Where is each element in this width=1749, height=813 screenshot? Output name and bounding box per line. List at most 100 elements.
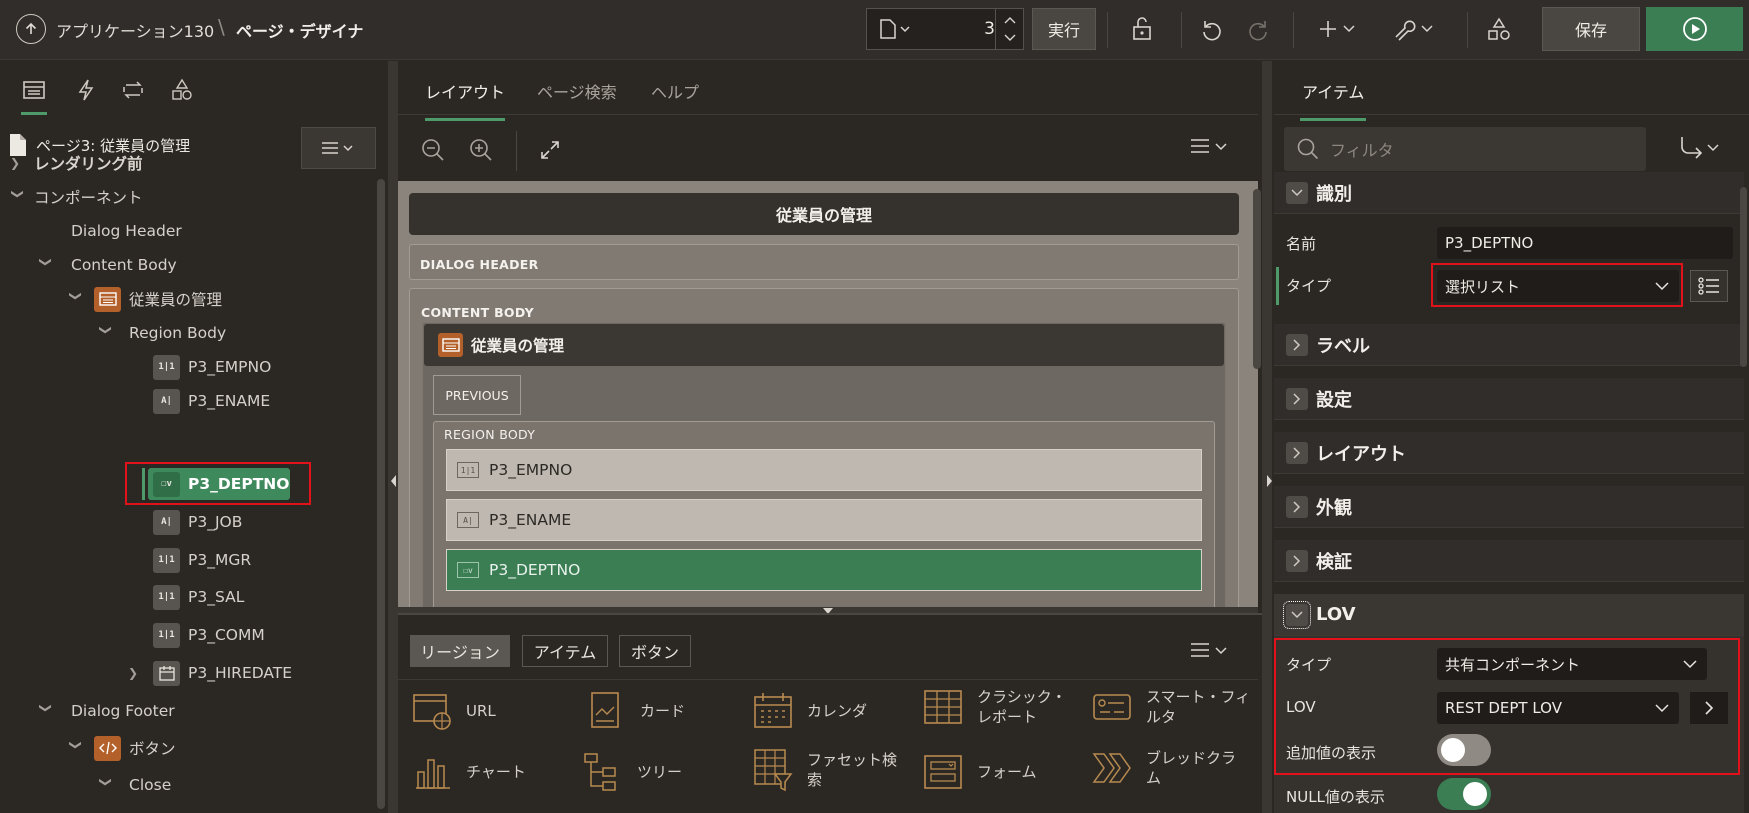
chevron-down-icon[interactable]: ❯ (11, 189, 25, 205)
save-and-run-button[interactable] (1646, 7, 1743, 51)
undo-icon[interactable] (1196, 12, 1226, 46)
redo-icon[interactable] (1244, 12, 1274, 46)
tab-page-search[interactable]: ページ検索 (537, 79, 617, 103)
collapse-right-icon (1267, 475, 1272, 487)
dynamic-actions-tab-icon[interactable] (66, 74, 106, 106)
canvas-region-header[interactable]: 従業員の管理 (424, 324, 1224, 366)
display-null-toggle[interactable] (1437, 778, 1491, 810)
layout-canvas[interactable]: 従業員の管理 DIALOG HEADER CONTENT BODY 従業員の管理… (398, 181, 1258, 607)
chevron-right-icon[interactable] (1286, 441, 1308, 464)
up-arrow-icon[interactable] (16, 14, 46, 44)
canvas-scrollbar[interactable] (1253, 189, 1261, 369)
left-splitter[interactable] (388, 61, 398, 813)
lock-icon[interactable] (1126, 12, 1158, 46)
tree-node-content-body[interactable]: ❯ Content Body (38, 250, 177, 280)
gallery-item-smart-filter[interactable]: スマート・フィ ルタ (1092, 687, 1250, 727)
tree-node-dialog-header[interactable]: Dialog Header (71, 216, 182, 246)
tree-node-pre-rendering[interactable]: ❯ レンダリング前 (10, 148, 143, 178)
page-doc-icon[interactable] (879, 19, 915, 43)
tree-node-region-body[interactable]: ❯ Region Body (98, 318, 226, 348)
save-button[interactable]: 保存 (1542, 7, 1640, 51)
gallery-item-url[interactable]: URL (412, 691, 496, 731)
gallery-panel: リージョン アイテム ボタン URL カード カレンダ クラシック・ レポート … (398, 613, 1268, 813)
chevron-down-icon[interactable]: ❯ (99, 325, 113, 341)
property-filter-input[interactable]: フィルタ (1284, 127, 1646, 171)
goto-group-button[interactable] (1678, 135, 1724, 161)
name-field[interactable]: P3_DEPTNO (1437, 227, 1733, 259)
tree-node-buttons[interactable]: ❯ ボタン (68, 733, 176, 763)
gallery-item-faceted-search[interactable]: ファセット検 索 (753, 748, 897, 792)
section-identification[interactable]: 識別 (1274, 172, 1744, 214)
tree-menu-button[interactable] (301, 127, 376, 169)
chevron-right-icon[interactable]: ❯ (10, 156, 26, 170)
tab-help[interactable]: ヘルプ (651, 79, 699, 103)
tree-node-close[interactable]: ❯ Close (98, 770, 171, 800)
gallery-tab-regions[interactable]: リージョン (410, 635, 510, 667)
chevron-down-icon[interactable] (1286, 181, 1308, 204)
add-dropdown-icon[interactable] (1318, 12, 1360, 46)
tab-layout[interactable]: レイアウト (425, 79, 506, 121)
tab-item[interactable]: アイテム (1299, 79, 1367, 121)
tree-scrollbar[interactable] (377, 179, 385, 809)
chevron-right-icon[interactable] (1286, 495, 1308, 518)
breadcrumb-app[interactable]: アプリケーション130 (56, 18, 214, 42)
gallery-item-cards[interactable]: カード (586, 691, 685, 731)
expand-icon[interactable] (535, 135, 565, 165)
gallery-menu-button[interactable] (1190, 641, 1230, 659)
gallery-item-form[interactable]: フォーム (923, 752, 1037, 792)
section-label[interactable]: ラベル (1274, 324, 1744, 366)
chevron-down-icon[interactable]: ❯ (39, 257, 53, 273)
shared-components-tab-icon[interactable] (162, 74, 202, 106)
tree-item-p3-hiredate[interactable]: ❯ P3_HIREDATE (128, 658, 292, 688)
gallery-tab-items[interactable]: アイテム (522, 635, 608, 667)
chevron-down-icon[interactable]: ❯ (69, 740, 83, 756)
chevron-down-icon[interactable]: ❯ (69, 291, 83, 307)
section-appearance[interactable]: 外観 (1274, 486, 1744, 528)
section-layout[interactable]: レイアウト (1274, 432, 1744, 474)
rendering-tab-icon[interactable] (14, 74, 54, 115)
page-spinner[interactable] (995, 9, 1023, 49)
run-button[interactable]: 実行 (1032, 8, 1096, 50)
zoom-out-icon[interactable] (418, 135, 448, 165)
chevron-right-icon[interactable] (1286, 549, 1308, 572)
wrench-dropdown-icon[interactable] (1392, 12, 1436, 46)
section-lov[interactable]: LOV (1274, 594, 1744, 636)
tree-node-region[interactable]: ❯ 従業員の管理 (68, 284, 222, 314)
tree-node-components[interactable]: ❯ コンポーネント (10, 182, 143, 212)
chevron-down-icon[interactable]: ❯ (39, 703, 53, 719)
chevron-right-icon[interactable] (1286, 387, 1308, 410)
processing-tab-icon[interactable] (113, 74, 153, 106)
dialog-title-bar[interactable]: 従業員の管理 (409, 193, 1239, 235)
gallery-item-breadcrumb[interactable]: ブレッドクラ ム (1092, 748, 1236, 788)
zoom-in-icon[interactable] (466, 135, 496, 165)
section-validation[interactable]: 検証 (1274, 540, 1744, 582)
chevron-right-icon[interactable] (1286, 333, 1308, 356)
canvas-item-p3-deptno[interactable]: ☐v P3_DEPTNO (446, 549, 1202, 591)
layout-menu-button[interactable] (1190, 137, 1230, 155)
shared-components-icon[interactable] (1484, 12, 1514, 46)
tree-item-p3-comm[interactable]: 1|1 P3_COMM (153, 620, 265, 650)
section-settings[interactable]: 設定 (1274, 378, 1744, 420)
gallery-item-tree[interactable]: ツリー (583, 752, 682, 792)
type-list-button[interactable] (1690, 270, 1728, 302)
tree-item-p3-ename[interactable]: A| P3_ENAME (153, 386, 270, 416)
tree-item-p3-empno[interactable]: 1|1 P3_EMPNO (153, 352, 271, 382)
gallery-tab-buttons[interactable]: ボタン (619, 635, 691, 667)
tree-node-dialog-footer[interactable]: ❯ Dialog Footer (38, 696, 175, 726)
tree-item-p3-mgr[interactable]: 1|1 P3_MGR (153, 545, 251, 575)
tree-item-p3-job[interactable]: A| P3_JOB (153, 507, 242, 537)
chevron-right-icon[interactable]: ❯ (128, 666, 144, 680)
page-selector[interactable]: 3 (866, 8, 1024, 50)
gallery-item-chart[interactable]: チャート (412, 752, 526, 792)
previous-button-slot[interactable]: PREVIOUS (433, 375, 521, 415)
chevron-down-icon[interactable]: ❯ (99, 777, 113, 793)
right-splitter[interactable] (1262, 61, 1272, 813)
page-number-input[interactable]: 3 (955, 19, 995, 39)
gallery-item-calendar[interactable]: カレンダ (753, 691, 867, 731)
canvas-item-p3-empno[interactable]: 1|1 P3_EMPNO (446, 449, 1202, 491)
property-scrollbar[interactable] (1740, 187, 1747, 367)
chevron-down-icon[interactable] (1283, 600, 1311, 629)
gallery-item-classic-report[interactable]: クラシック・ レポート (923, 687, 1066, 727)
canvas-item-p3-ename[interactable]: A| P3_ENAME (446, 499, 1202, 541)
tree-item-p3-sal[interactable]: 1|1 P3_SAL (153, 582, 244, 612)
